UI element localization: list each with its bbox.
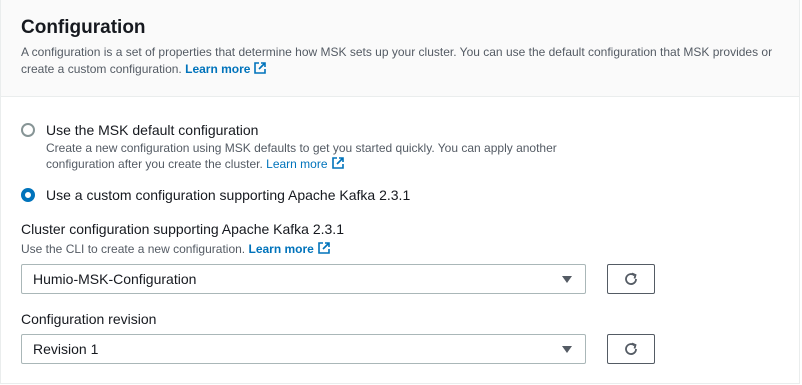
- cluster-config-description: Use the CLI to create a new configuratio…: [21, 241, 331, 256]
- caret-down-icon: [562, 275, 572, 283]
- radio-custom-config[interactable]: Use a custom configuration supporting Ap…: [21, 186, 410, 204]
- external-link-icon: [254, 62, 267, 74]
- cluster-config-learn-more-link[interactable]: Learn more: [248, 242, 330, 256]
- cluster-config-refresh-button[interactable]: [607, 264, 655, 294]
- revision-select-value: Revision 1: [33, 341, 99, 357]
- cluster-config-label: Cluster configuration supporting Apache …: [21, 221, 344, 237]
- radio-default-description: Create a new configuration using MSK def…: [46, 140, 606, 172]
- radio-default-config[interactable]: Use the MSK default configuration Create…: [21, 121, 606, 172]
- section-description: A configuration is a set of properties t…: [21, 44, 791, 78]
- configuration-header: Configuration A configuration is a set o…: [1, 0, 799, 97]
- cluster-config-select[interactable]: Humio-MSK-Configuration: [21, 264, 586, 294]
- cluster-config-description-text: Use the CLI to create a new configuratio…: [21, 242, 246, 256]
- section-description-text: A configuration is a set of properties t…: [21, 45, 773, 76]
- revision-label: Configuration revision: [21, 311, 157, 327]
- radio-default-label: Use the MSK default configuration: [46, 122, 259, 138]
- radio-button-custom[interactable]: [21, 188, 35, 202]
- configuration-panel: Configuration A configuration is a set o…: [0, 0, 800, 384]
- radio-custom-label: Use a custom configuration supporting Ap…: [46, 187, 411, 203]
- revision-refresh-button[interactable]: [607, 334, 655, 364]
- external-link-icon: [331, 157, 344, 169]
- refresh-icon: [625, 272, 637, 285]
- external-link-icon: [318, 242, 330, 254]
- refresh-icon: [625, 342, 637, 355]
- default-learn-more-link[interactable]: Learn more: [266, 157, 344, 171]
- cluster-config-select-value: Humio-MSK-Configuration: [33, 271, 197, 287]
- caret-down-icon: [562, 345, 572, 353]
- radio-button-default[interactable]: [21, 123, 35, 137]
- section-title: Configuration: [21, 17, 146, 38]
- section-learn-more-link[interactable]: Learn more: [185, 62, 267, 76]
- revision-select[interactable]: Revision 1: [21, 334, 586, 364]
